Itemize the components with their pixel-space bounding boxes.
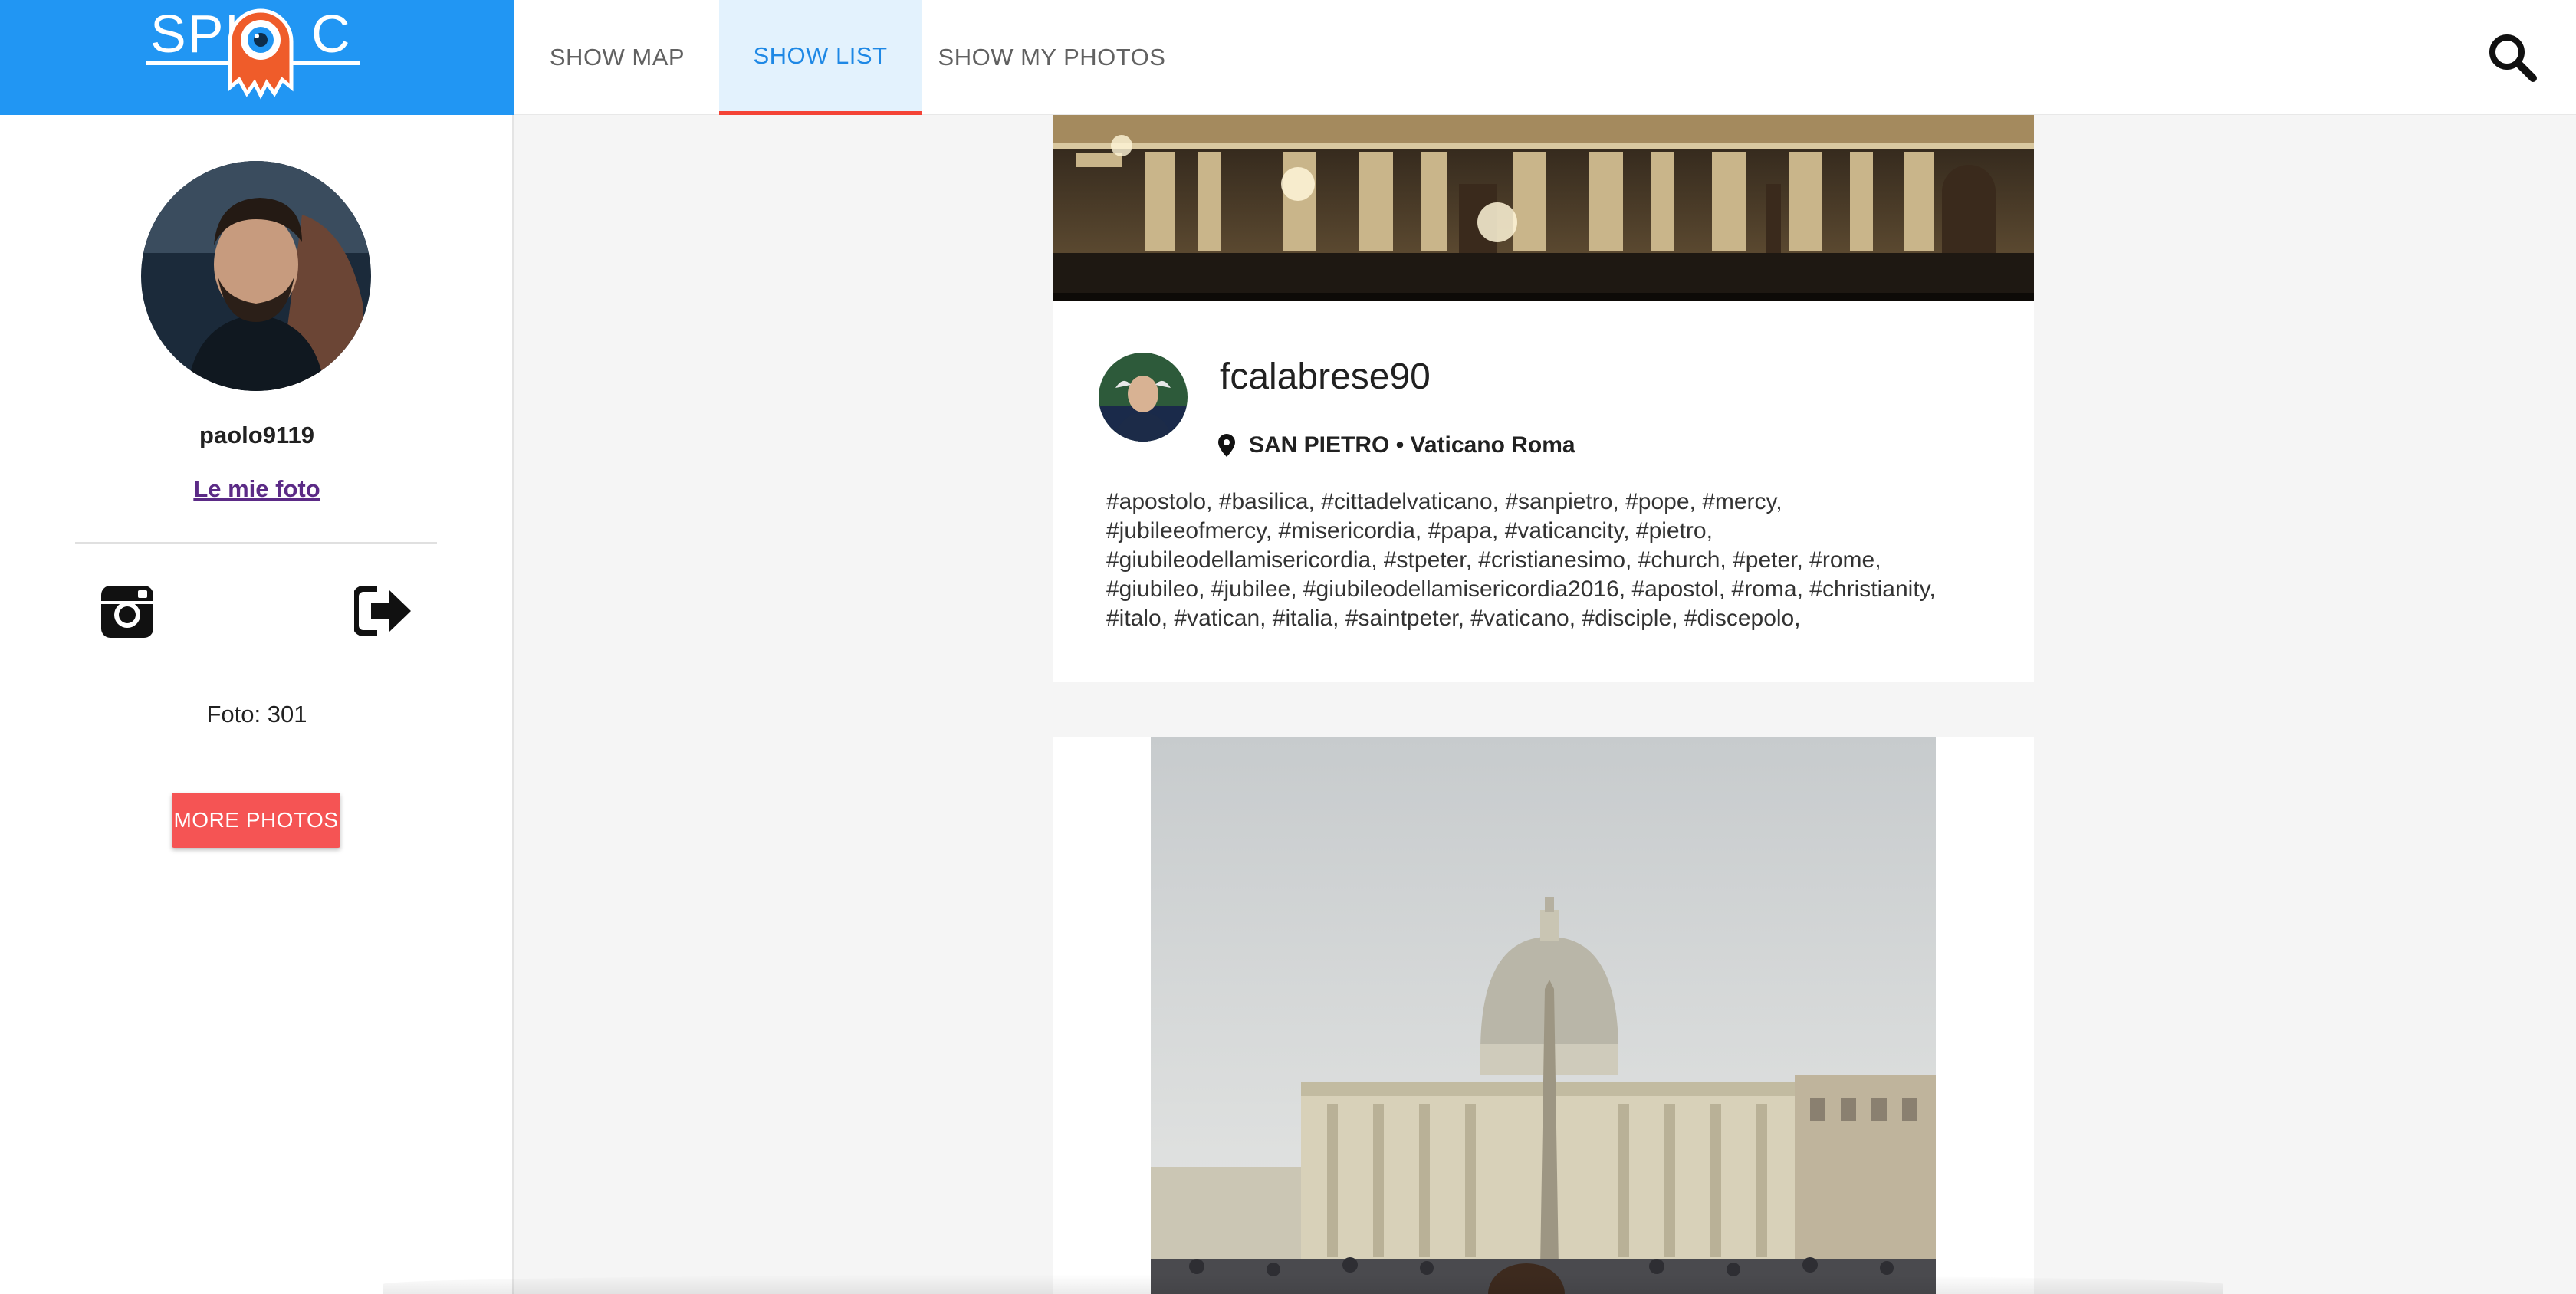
logout-button[interactable] [353,586,412,636]
post-username[interactable]: fcalabrese90 [1220,356,1431,398]
hashtag-line: #apostolo, #basilica, #cittadelvaticano,… [1106,489,1783,514]
bottom-scroll-shadow [383,1274,2223,1294]
post-location[interactable]: SAN PIETRO • Vaticano Roma [1249,432,1576,458]
hashtag-line: #italo, #vatican, #italia, #saintpeter, … [1106,606,1801,631]
post-user-avatar[interactable] [1099,353,1188,442]
instagram-button[interactable] [100,584,155,639]
sploc-logo: SPL C [146,4,360,100]
user-avatar[interactable] [141,161,371,391]
profile-username: paolo9119 [199,422,314,448]
sign-out-icon [353,586,411,636]
next-post-photo [1151,737,1936,1294]
profile-sidebar: paolo9119 Le mie foto Foto: 301 MORE PHO… [0,115,514,1294]
instagram-icon [101,586,153,638]
sidebar-divider [75,542,437,544]
hashtag-line: #giubileo, #jubilee, #giubileodellamiser… [1106,576,1936,602]
my-photos-link[interactable]: Le mie foto [0,475,514,503]
tab-show-map[interactable]: SHOW MAP [514,0,721,115]
svg-text:C: C [311,4,350,64]
tab-show-my-photos[interactable]: SHOW MY PHOTOS [922,0,1182,115]
post-hashtags: #apostolo, #basilica, #cittadelvaticano,… [1106,488,1996,633]
search-button[interactable] [2486,31,2539,84]
next-post-card[interactable] [1053,737,2034,1294]
post-card: fcalabrese90 SAN PIETRO • Vaticano Roma … [1053,301,2034,682]
hashtag-line: #giubileodellamisericordia, #stpeter, #c… [1106,547,1881,573]
more-photos-button[interactable]: MORE PHOTOS [172,793,340,848]
tab-show-list[interactable]: SHOW LIST [719,0,922,115]
app-logo[interactable]: SPL C [0,0,514,115]
top-navigation: SHOW MAP SHOW LIST SHOW MY PHOTOS [514,0,2576,115]
search-icon [2489,34,2537,82]
photo-count: Foto: 301 [206,701,307,727]
hashtag-line: #jubileeofmercy, #misericordia, #papa, #… [1106,518,1713,544]
post-photo[interactable] [1053,115,2034,301]
map-marker-icon [1218,434,1235,457]
